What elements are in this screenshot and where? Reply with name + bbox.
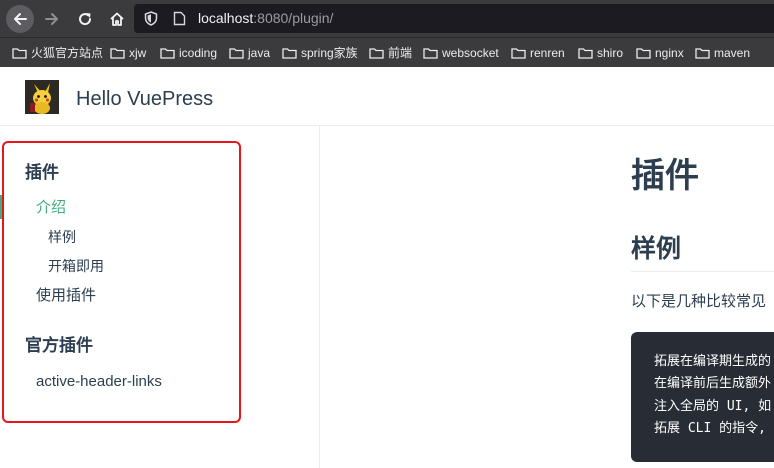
bookmark-label: nginx	[655, 46, 684, 60]
bookmark-label: renren	[530, 46, 565, 60]
folder-icon	[282, 48, 297, 59]
bookmark-label: websocket	[442, 46, 499, 60]
bookmark-item[interactable]: java	[229, 45, 270, 61]
page-title: 插件	[631, 157, 699, 195]
folder-icon	[160, 48, 175, 59]
bookmark-item[interactable]: icoding	[160, 45, 217, 61]
bookmark-item[interactable]: renren	[511, 45, 565, 61]
address-bar[interactable]: localhost:8080/plugin/	[134, 4, 774, 33]
site-name[interactable]: Hello VuePress	[76, 87, 213, 111]
bookmark-label: shiro	[597, 46, 624, 60]
back-button[interactable]	[6, 5, 34, 33]
url-path: :8080/plugin/	[253, 10, 334, 26]
code-line: 注入全局的 UI, 如	[654, 399, 772, 414]
bookmark-label: spring家族	[301, 46, 358, 60]
bookmark-item[interactable]: xjw	[110, 45, 146, 61]
sidebar-highlight-box	[2, 141, 241, 423]
bookmark-label: xjw	[129, 46, 147, 60]
folder-icon	[511, 48, 526, 59]
bookmark-label: maven	[714, 46, 751, 60]
code-line: 拓展在编译期生成的	[654, 354, 772, 369]
bookmark-item[interactable]: maven	[695, 45, 750, 61]
heading-divider	[631, 271, 774, 272]
browser-toolbar: localhost:8080/plugin/	[0, 0, 774, 37]
home-icon	[110, 12, 124, 26]
code-block: 拓展在编译期生成的 在编译前后生成额外 注入全局的 UI, 如 拓展 CLI 的…	[631, 332, 774, 462]
code-line: 在编译前后生成额外	[654, 376, 772, 391]
home-button[interactable]	[103, 5, 131, 33]
bookmark-label: 前端	[388, 46, 413, 60]
bookmark-item[interactable]: 前端	[369, 45, 412, 61]
url-text: localhost:8080/plugin/	[198, 10, 333, 27]
folder-icon	[369, 48, 384, 59]
site-logo[interactable]	[25, 80, 59, 114]
bookmark-item[interactable]: websocket	[423, 45, 499, 61]
folder-icon	[12, 48, 27, 59]
forward-icon	[45, 13, 58, 25]
intro-paragraph: 以下是几种比较常见	[631, 293, 767, 310]
bookmark-label: java	[248, 46, 271, 60]
folder-icon	[695, 48, 710, 59]
folder-icon	[423, 48, 438, 59]
bookmark-item[interactable]: 火狐官方站点	[12, 45, 103, 61]
folder-icon	[229, 48, 244, 59]
folder-icon	[578, 48, 593, 59]
bookmark-label: icoding	[179, 46, 218, 60]
pikachu-logo-icon	[25, 80, 59, 114]
bookmark-label: 火狐官方站点	[31, 46, 104, 60]
shield-icon[interactable]	[144, 11, 158, 26]
url-host: localhost	[198, 10, 254, 26]
sidebar: 插件 介绍 样例 开箱即用 使用插件 官方插件 active-header-li…	[0, 126, 320, 468]
forward-button[interactable]	[38, 5, 66, 33]
bookmarks-toolbar: 火狐官方站点 xjw icoding java spring家族 前端 webs…	[0, 37, 774, 67]
folder-icon	[110, 48, 125, 59]
bookmark-item[interactable]: nginx	[636, 45, 684, 61]
reload-button[interactable]	[71, 5, 99, 33]
reload-icon	[79, 13, 92, 26]
back-icon	[14, 13, 27, 25]
bookmark-item[interactable]: spring家族	[282, 45, 358, 61]
site-navbar: Hello VuePress	[0, 68, 774, 126]
bookmark-item[interactable]: shiro	[578, 45, 623, 61]
section-heading: 样例	[631, 235, 682, 263]
page-icon	[173, 11, 186, 26]
code-line: 拓展 CLI 的指令,	[654, 421, 766, 436]
folder-icon	[636, 48, 651, 59]
page-content: 插件 样例 以下是几种比较常见 拓展在编译期生成的 在编译前后生成额外 注入全局…	[321, 126, 774, 468]
